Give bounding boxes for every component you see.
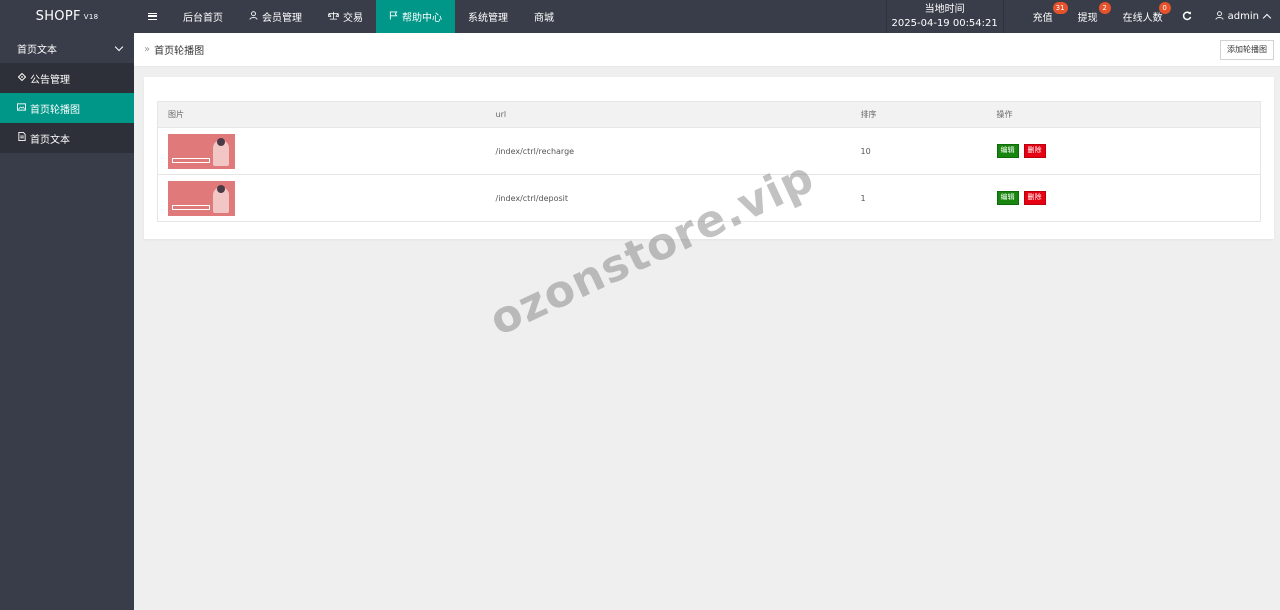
- diamond-icon: [17, 72, 26, 84]
- column-header-image: 图片: [157, 101, 486, 128]
- add-banner-button[interactable]: 添加轮播图: [1220, 39, 1274, 60]
- image-icon: [17, 102, 26, 114]
- cell-image: [157, 174, 486, 222]
- sidebar-group-homepage-text[interactable]: 首页文本: [0, 33, 134, 63]
- cell-order: 1: [850, 174, 987, 222]
- sidebar-group-label: 首页文本: [17, 44, 57, 56]
- user-menu[interactable]: admin: [1199, 0, 1280, 33]
- sidebar-item-label: 公告管理: [30, 74, 70, 86]
- nav-item-trade[interactable]: 交易: [315, 0, 376, 33]
- thumbnail-figure: [213, 184, 229, 213]
- main-content: » 首页轮播图 添加轮播图 图片 url 排序 操作 /index/ctrl/r…: [134, 33, 1280, 610]
- user-icon: [249, 10, 258, 23]
- nav-item-label: 后台首页: [183, 13, 223, 24]
- nav-item-label: 会员管理: [262, 13, 302, 24]
- nav-item-label: 交易: [343, 13, 363, 24]
- online-users-button[interactable]: 在线人数 0: [1111, 0, 1175, 33]
- column-header-actions: 操作: [986, 101, 1261, 128]
- top-nav: 后台首页 会员管理 交易 帮助中心 系统管理 商城: [134, 0, 567, 33]
- recharge-label: 充值: [1032, 13, 1053, 24]
- nav-item-mall[interactable]: 商城: [521, 0, 567, 33]
- chevron-up-icon: [1262, 13, 1272, 23]
- nav-item-members[interactable]: 会员管理: [236, 0, 315, 33]
- edit-button[interactable]: 编辑: [996, 144, 1019, 158]
- breadcrumb-bar: » 首页轮播图 添加轮播图: [134, 33, 1280, 67]
- column-header-order: 排序: [850, 101, 987, 128]
- breadcrumb-current: 首页轮播图: [154, 46, 205, 57]
- thumbnail-figure: [213, 137, 229, 166]
- nav-item-label: 帮助中心: [402, 13, 442, 24]
- menu-toggle-button[interactable]: [134, 0, 170, 33]
- logo-version: V18: [83, 12, 99, 21]
- user-name: admin: [1227, 11, 1259, 22]
- refresh-icon: [1182, 10, 1192, 24]
- cell-actions: 编辑 删除: [986, 127, 1261, 175]
- nav-item-label: 系统管理: [468, 13, 508, 24]
- withdraw-button[interactable]: 提现 2: [1065, 0, 1111, 33]
- thumbnail-button-graphic: [172, 204, 210, 210]
- cell-actions: 编辑 删除: [986, 174, 1261, 222]
- nav-item-system[interactable]: 系统管理: [455, 0, 521, 33]
- thumbnail-button-graphic: [172, 157, 210, 163]
- refresh-button[interactable]: [1175, 0, 1199, 33]
- online-users-label: 在线人数: [1122, 13, 1163, 24]
- sidebar-item-label: 首页文本: [30, 134, 70, 146]
- delete-button[interactable]: 删除: [1023, 144, 1046, 158]
- sidebar-item-banner[interactable]: 首页轮播图: [0, 93, 134, 123]
- nav-item-help-center[interactable]: 帮助中心: [376, 0, 455, 33]
- table-header-row: 图片 url 排序 操作: [157, 101, 1261, 128]
- local-time: 当地时间 2025-04-19 00:54:21: [885, 0, 1004, 33]
- online-users-badge: 0: [1158, 2, 1171, 14]
- column-header-url: url: [485, 101, 851, 128]
- chevron-down-icon: [114, 42, 124, 51]
- scale-icon: [327, 11, 340, 23]
- sidebar-item-label: 首页轮播图: [30, 104, 80, 116]
- recharge-button[interactable]: 充值 31: [1004, 0, 1068, 33]
- logo[interactable]: SHOPF V18: [0, 0, 134, 33]
- flag-icon: [389, 10, 398, 23]
- user-icon: [1215, 10, 1224, 23]
- top-right-area: 当地时间 2025-04-19 00:54:21 充值 31 提现 2 在线人数…: [885, 0, 1280, 33]
- local-time-label: 当地时间: [924, 3, 965, 15]
- cell-order: 10: [850, 127, 987, 175]
- banner-thumbnail[interactable]: [168, 133, 235, 169]
- top-bar: SHOPF V18 后台首页 会员管理 交易 帮助中心 系统管理 商城 当地时间…: [0, 0, 1280, 33]
- delete-button[interactable]: 删除: [1023, 191, 1046, 205]
- withdraw-badge: 2: [1098, 2, 1111, 14]
- logo-name: SHOPF: [35, 9, 81, 24]
- edit-button[interactable]: 编辑: [996, 191, 1019, 205]
- document-icon: [17, 132, 26, 144]
- cell-image: [157, 127, 486, 175]
- sidebar-item-homepage-text[interactable]: 首页文本: [0, 123, 134, 153]
- sidebar-item-announcements[interactable]: 公告管理: [0, 63, 134, 93]
- breadcrumb: » 首页轮播图: [144, 42, 204, 57]
- withdraw-label: 提现: [1077, 13, 1098, 24]
- double-chevron-icon: »: [144, 44, 151, 55]
- nav-item-dashboard[interactable]: 后台首页: [170, 0, 236, 33]
- local-time-value: 2025-04-19 00:54:21: [891, 17, 998, 29]
- table-row: /index/ctrl/recharge 10 编辑 删除: [157, 127, 1261, 175]
- banner-thumbnail[interactable]: [168, 180, 235, 216]
- hamburger-icon: [147, 13, 157, 20]
- sidebar: 首页文本 公告管理 首页轮播图 首页文本: [0, 33, 134, 610]
- nav-item-label: 商城: [534, 13, 554, 24]
